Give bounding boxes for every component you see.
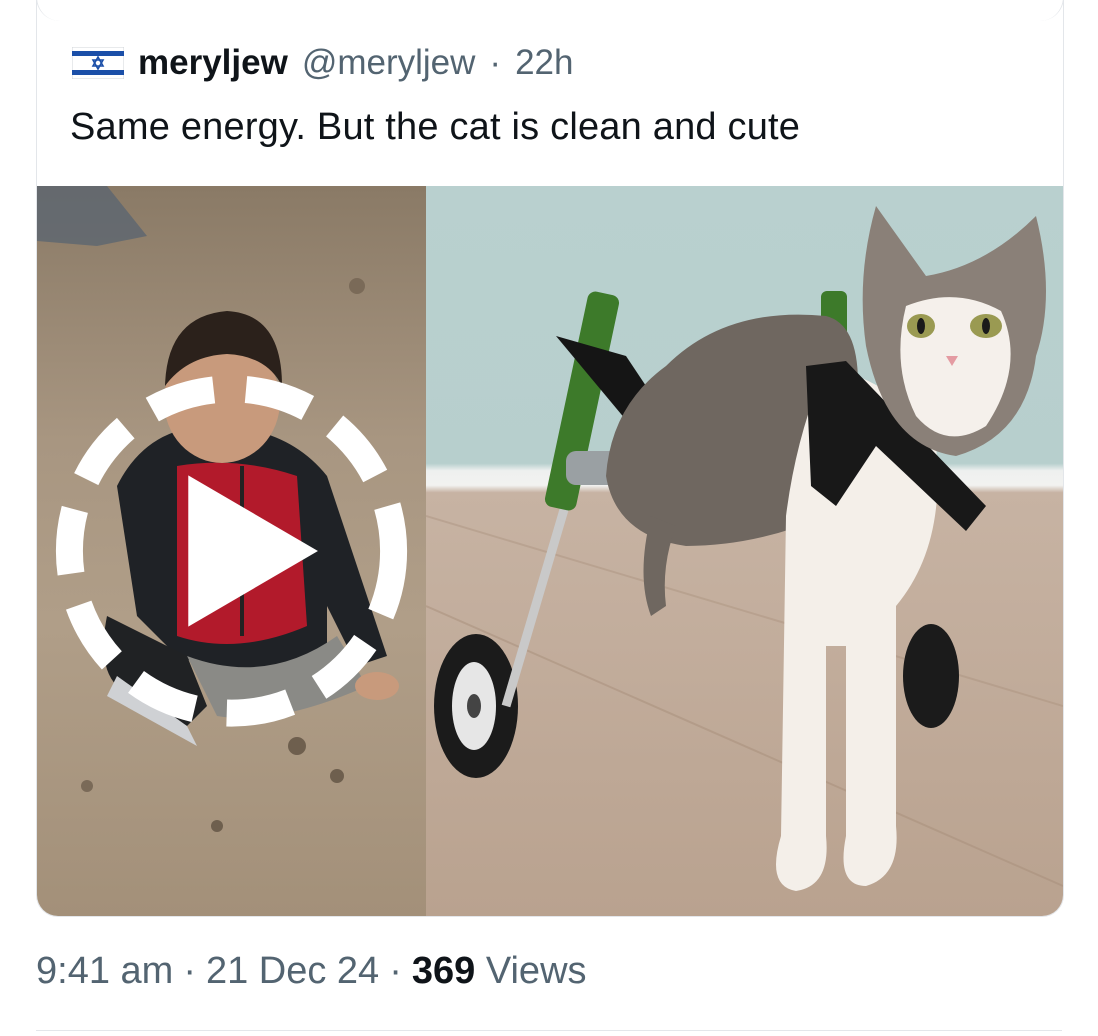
views-label: Views bbox=[485, 949, 587, 992]
tweet-text: Same energy. But the cat is clean and cu… bbox=[70, 106, 801, 148]
views-count[interactable]: 369 bbox=[412, 950, 475, 992]
tweet-header: meryljew @meryljew · 22h bbox=[72, 38, 573, 88]
israel-flag-icon bbox=[72, 47, 124, 79]
boy-sitting-in-sand-image[interactable] bbox=[37, 186, 426, 916]
post-time[interactable]: 9:41 am bbox=[36, 950, 173, 993]
play-icon[interactable] bbox=[37, 186, 426, 916]
footer-separator: · bbox=[389, 949, 402, 992]
user-handle[interactable]: @meryljew bbox=[302, 43, 476, 83]
cat-in-wheelchair-image[interactable] bbox=[426, 186, 1063, 916]
footer-separator: · bbox=[183, 949, 196, 992]
tweet-footer: 9:41 am · 21 Dec 24 · 369 Views bbox=[36, 946, 587, 996]
bottom-divider bbox=[36, 1030, 1062, 1031]
cat-illustration bbox=[426, 206, 1063, 891]
display-name[interactable]: meryljew bbox=[138, 43, 288, 83]
header-separator: · bbox=[489, 43, 502, 82]
tweet-card bbox=[36, 0, 1064, 186]
relative-time[interactable]: 22h bbox=[515, 43, 573, 83]
post-date[interactable]: 21 Dec 24 bbox=[206, 950, 379, 993]
tweet-media[interactable] bbox=[36, 186, 1064, 917]
